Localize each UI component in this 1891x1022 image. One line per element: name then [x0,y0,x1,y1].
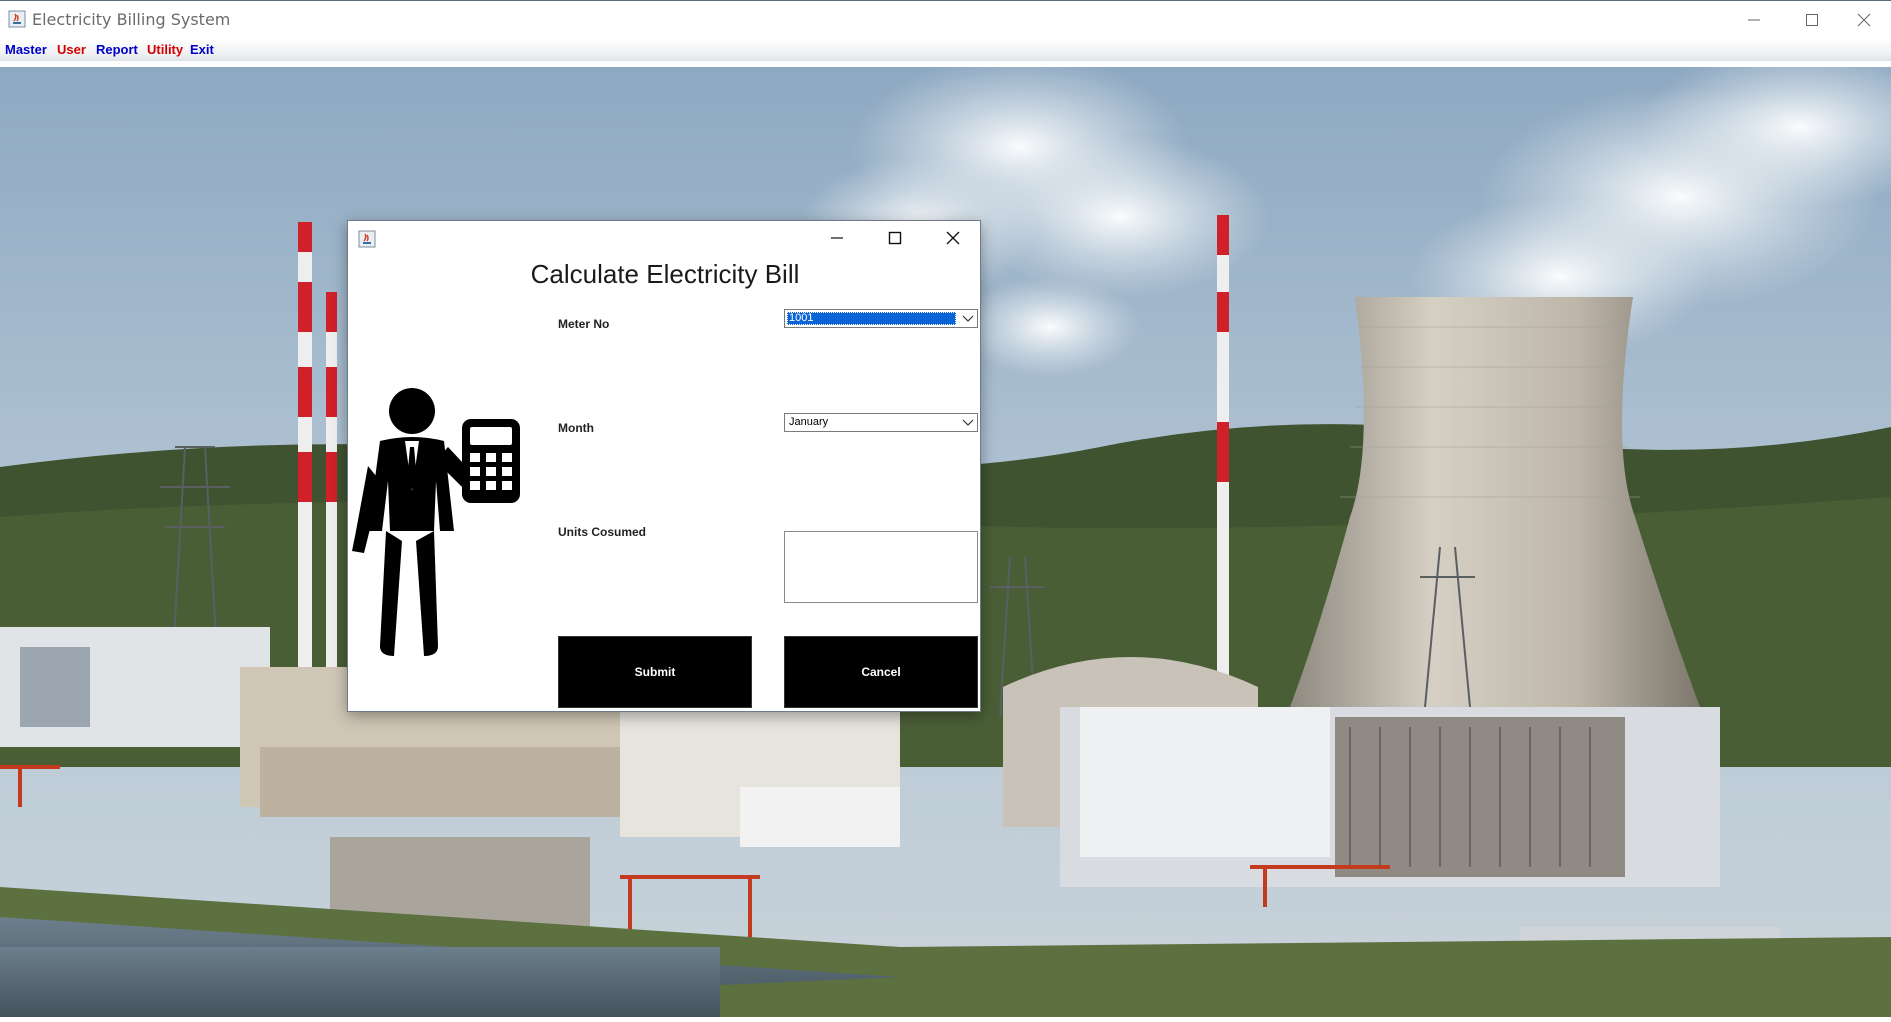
month-select[interactable]: January [784,413,978,432]
chevron-down-icon [962,315,974,322]
maximize-button[interactable] [1783,1,1841,39]
menu-exit[interactable]: Exit [190,42,214,57]
calculate-bill-dialog: Calculate Electricity Bill Meter No 1001 [347,220,981,712]
units-consumed-label: Units Cosumed [558,525,647,539]
maximize-icon [1806,14,1818,26]
app-title: Electricity Billing System [32,10,231,29]
submit-button[interactable]: Submit [558,636,752,708]
dialog-minimize-button[interactable] [807,221,865,255]
dialog-close-button[interactable] [923,221,981,255]
menu-user[interactable]: User [57,42,86,57]
close-button[interactable] [1841,1,1891,39]
menu-utility[interactable]: Utility [147,42,183,57]
title-bar[interactable]: Electricity Billing System [0,1,1891,39]
java-app-icon [358,230,376,248]
month-value: January [789,416,829,428]
minimize-icon [831,237,843,239]
clerk-with-calculator-icon [352,388,520,656]
month-label: Month [558,421,594,435]
close-icon [1857,13,1871,27]
menu-report[interactable]: Report [96,42,138,57]
chevron-down-icon [962,419,974,426]
dialog-heading: Calculate Electricity Bill [530,259,800,289]
cancel-button[interactable]: Cancel [784,636,978,708]
units-consumed-input[interactable] [784,531,978,603]
meter-no-select[interactable]: 1001 [784,309,978,328]
java-app-icon [8,10,26,28]
main-window: Electricity Billing System Master User R… [0,0,1891,1022]
menu-master[interactable]: Master [5,42,47,57]
minimize-button[interactable] [1725,1,1783,39]
dialog-maximize-button[interactable] [865,221,923,255]
minimize-icon [1748,19,1760,21]
close-icon [946,231,960,245]
meter-no-label: Meter No [558,317,610,331]
menu-bar: Master User Report Utility Exit [0,39,1891,61]
maximize-icon [888,231,902,245]
meter-no-value: 1001 [787,312,956,325]
